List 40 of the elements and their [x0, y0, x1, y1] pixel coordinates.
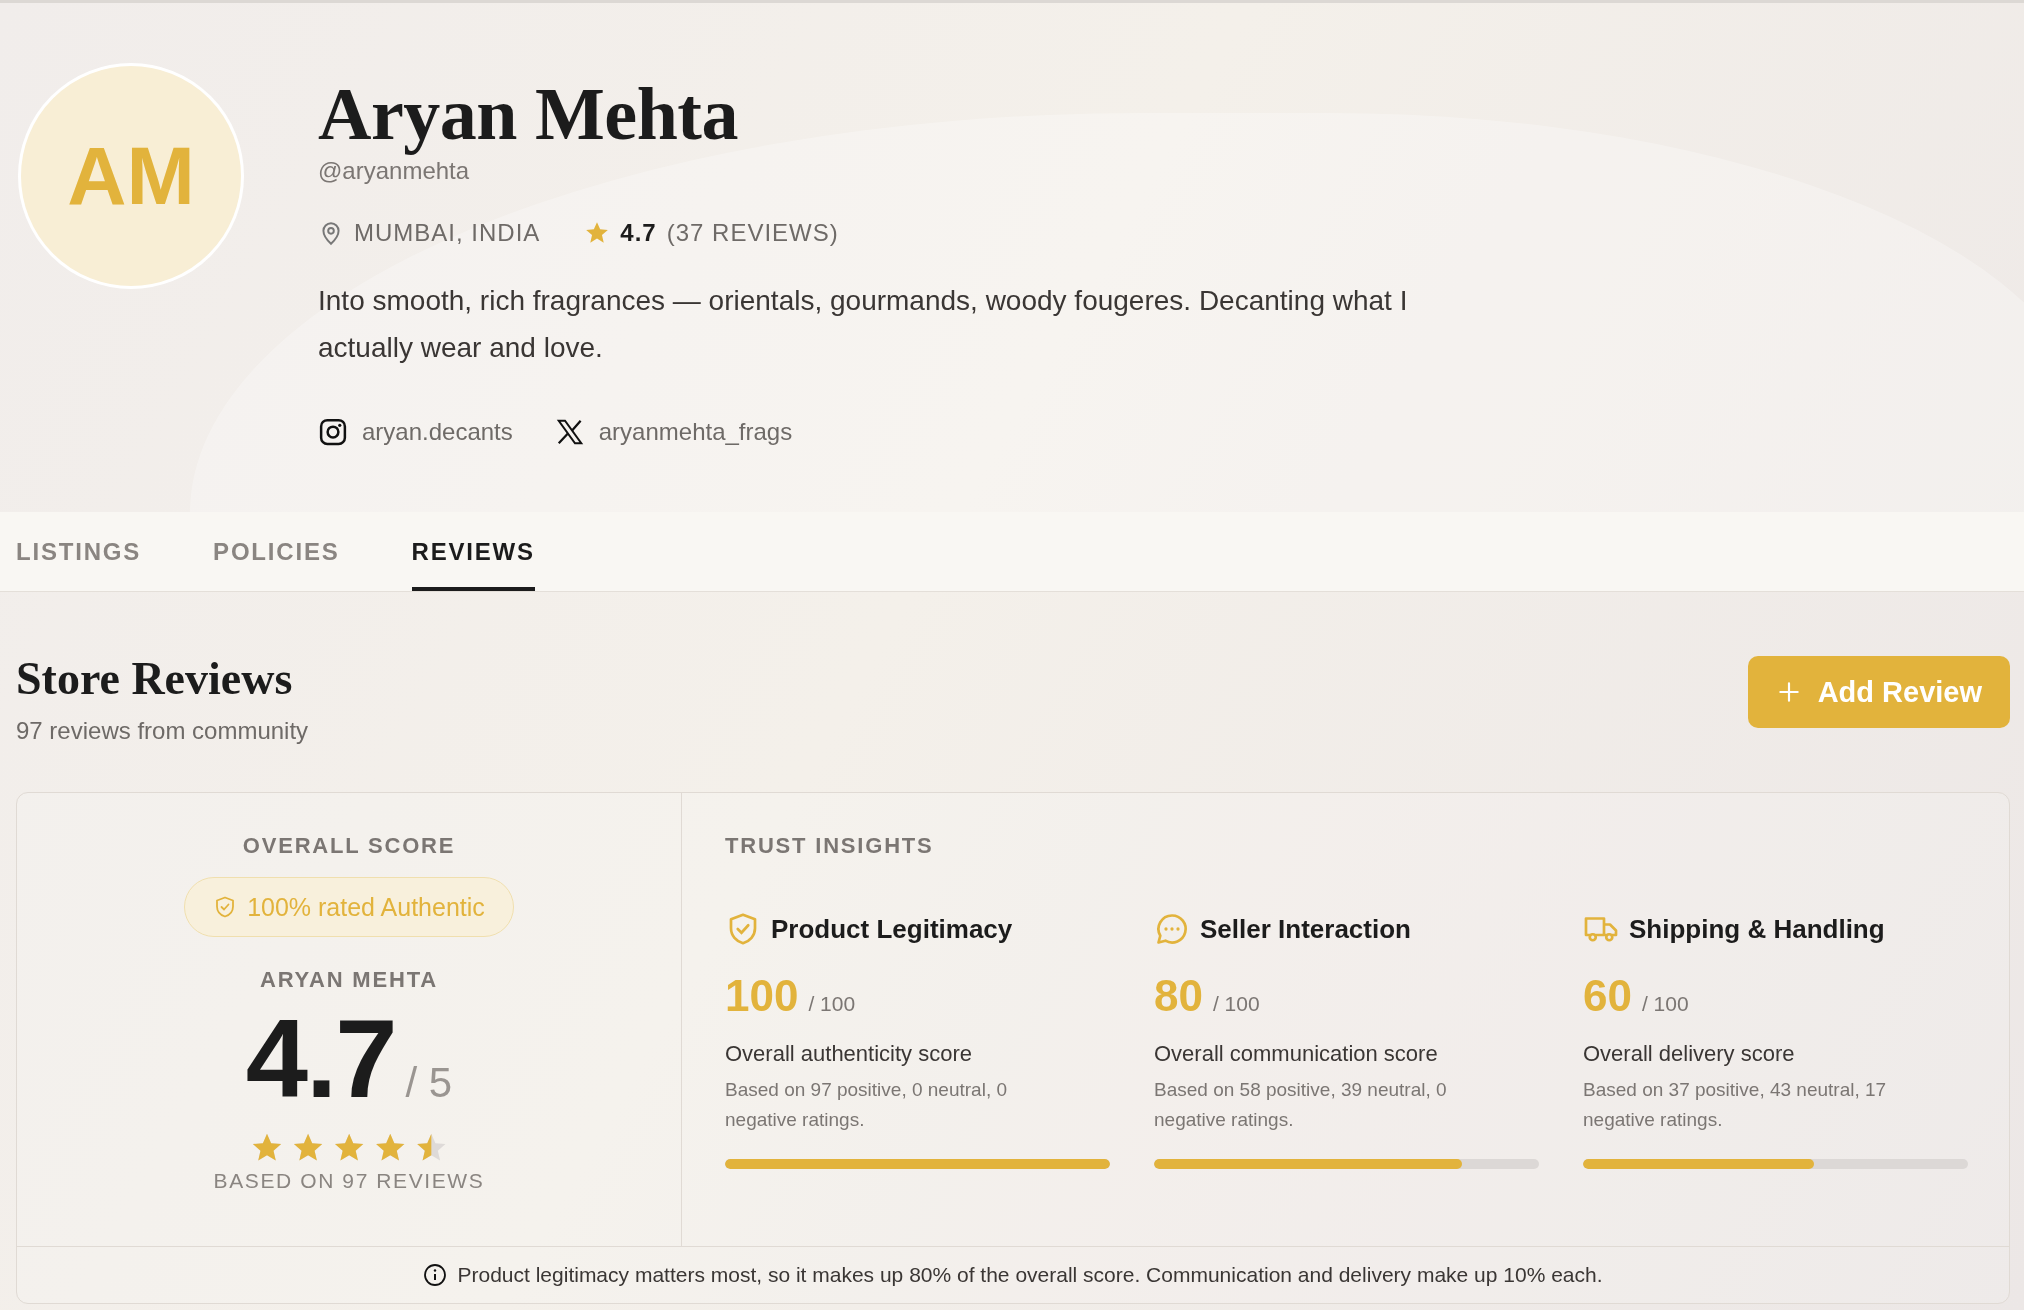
overall-score: 4.7 — [245, 1003, 396, 1115]
info-icon — [423, 1263, 448, 1287]
metric-detail: Based on 97 positive, 0 neutral, 0 negative ratings. — [725, 1078, 1009, 1132]
rating-value: 4.7 — [620, 219, 657, 247]
metric-label: Overall authenticity score — [725, 1041, 973, 1067]
seller-name: ARYAN MEHTA — [260, 967, 438, 993]
section-title: Store Reviews — [16, 654, 294, 705]
bio-text: Into smooth, rich fragrances — orientals, gourmands, woody fougeres. Decanting what I actually wear and love. — [318, 284, 1409, 365]
overall-score-label: OVERALL SCORE — [242, 833, 456, 859]
metric-label: Overall communication score — [1154, 1041, 1439, 1067]
tab[interactable]: POLICIES — [213, 512, 340, 591]
score-maximum: / 5 — [405, 1059, 453, 1107]
review-count: (37 REVIEWS) — [666, 219, 839, 247]
tab[interactable]: REVIEWS — [411, 512, 535, 591]
social-handle-link[interactable]: aryanmehta_frags — [598, 418, 793, 446]
metric-maximum: / 100 — [1641, 992, 1689, 1016]
footnote-text: Product legitimacy matters most, so it makes up 80% of the overall score. Communication and delivery make up 10% each. — [457, 1263, 1603, 1287]
metric-detail: Based on 37 positive, 43 neutral, 17 negative ratings. — [1583, 1078, 1888, 1132]
review-basis-text: BASED ON 97 REVIEWS — [213, 1169, 485, 1193]
metric-maximum: / 100 — [808, 992, 856, 1016]
metric-score: 80 — [1154, 971, 1203, 1021]
authentic-badge: 100% rated Authentic — [184, 877, 514, 937]
tab[interactable]: LISTINGS — [16, 512, 142, 591]
metric-maximum: / 100 — [1212, 992, 1260, 1016]
profile-handle: @aryanmehta — [318, 157, 471, 185]
avatar: AM — [18, 63, 244, 289]
chat-bubble-icon — [1154, 911, 1190, 947]
trust-insights-label: TRUST INSIGHTS — [725, 833, 935, 859]
location-text: MUMBAI, INDIA — [354, 219, 541, 247]
instagram-icon — [318, 417, 348, 447]
metric-title: Seller Interaction — [1200, 913, 1411, 945]
section-subtitle: 97 reviews from community — [16, 716, 309, 745]
metric-title: Shipping & Handling — [1629, 913, 1885, 945]
metric-score: 60 — [1583, 971, 1632, 1021]
metric-score: 100 — [725, 971, 799, 1021]
social-handle-link[interactable]: aryan.decants — [362, 418, 513, 446]
metric-label: Overall delivery score — [1583, 1041, 1796, 1067]
metric-detail: Based on 58 positive, 39 neutral, 0 negative ratings. — [1154, 1078, 1448, 1132]
x-logo-icon — [554, 417, 585, 447]
metric-title: Product Legitimacy — [771, 913, 1013, 945]
